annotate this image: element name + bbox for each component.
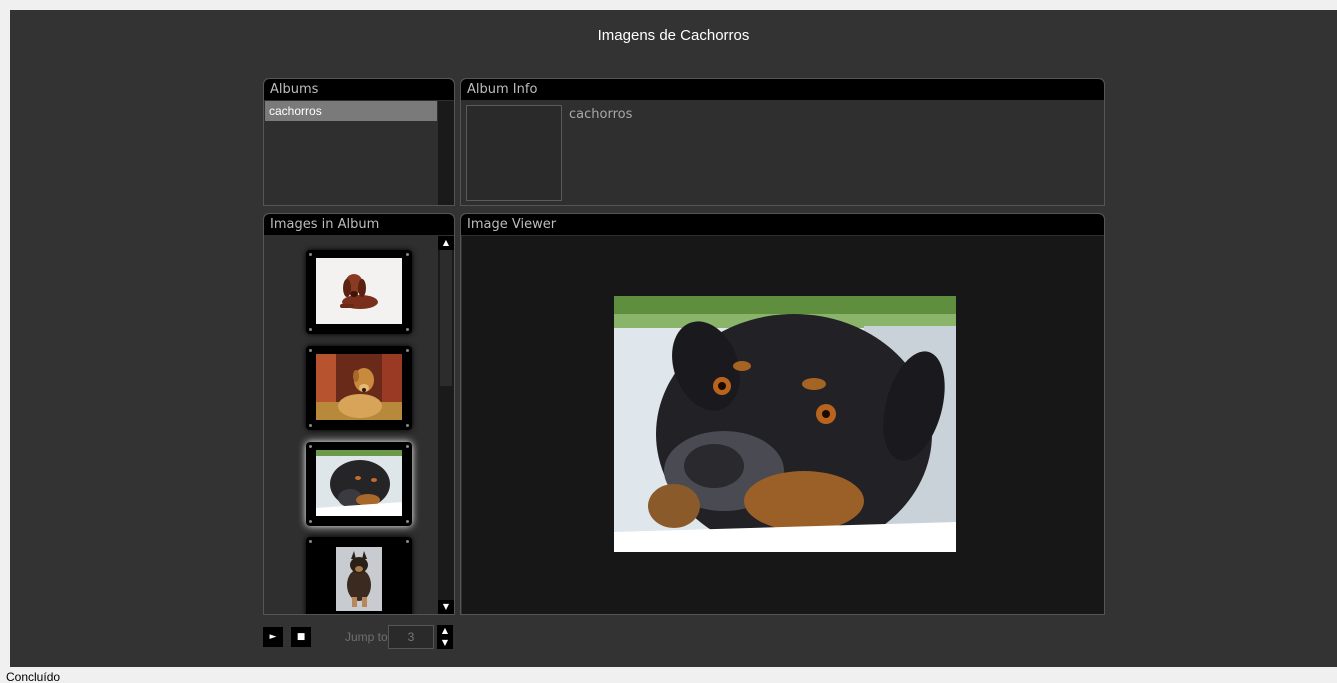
yellow-dog-photo-icon <box>316 354 402 420</box>
app-title: Imagens de Cachorros <box>597 27 750 44</box>
images-scrollbar[interactable]: ▲ ▼ <box>438 236 454 614</box>
rottweiler-photo-icon <box>316 450 402 516</box>
thumbnail-2[interactable] <box>306 346 412 430</box>
app-stage: Imagens de Cachorros Albums cachorros Al… <box>10 10 1337 667</box>
jump-spinner[interactable]: ▲ ▼ <box>437 625 453 649</box>
german-shepherd-puppy-photo-icon <box>316 545 402 611</box>
scroll-up-icon[interactable]: ▲ <box>438 236 454 250</box>
thumbnail-3[interactable] <box>306 442 412 526</box>
images-header: Images in Album <box>264 214 454 235</box>
spin-down-icon[interactable]: ▼ <box>437 637 453 649</box>
stop-button[interactable]: ■ <box>291 627 311 647</box>
rottweiler-photo-large-icon <box>614 296 956 552</box>
albums-scrollbar[interactable] <box>438 101 454 205</box>
image-viewer-panel: Image Viewer <box>460 213 1105 615</box>
thumbnail-1[interactable] <box>306 250 412 334</box>
album-info-header: Album Info <box>461 79 1104 100</box>
jump-to-label: Jump to: <box>345 630 392 644</box>
scrollbar-thumb[interactable] <box>440 250 452 386</box>
albums-header: Albums <box>264 79 454 100</box>
thumbnail-4[interactable] <box>306 537 412 614</box>
images-panel: Images in Album ▲ ▼ <box>263 213 455 615</box>
slideshow-controls: ► ■ Jump to: ▲ ▼ <box>263 625 463 649</box>
jump-to-input[interactable] <box>388 625 434 649</box>
status-bar: Concluído <box>0 668 1337 683</box>
album-info-name: cachorros <box>569 107 633 122</box>
spin-up-icon[interactable]: ▲ <box>437 625 453 637</box>
scroll-down-icon[interactable]: ▼ <box>438 600 454 614</box>
album-info-panel: Album Info cachorros <box>460 78 1105 206</box>
album-item-cachorros[interactable]: cachorros <box>265 101 437 121</box>
play-button[interactable]: ► <box>263 627 283 647</box>
album-cover-thumbnail <box>466 105 562 201</box>
albums-panel: Albums cachorros <box>263 78 455 206</box>
dachshund-photo-icon <box>316 258 402 324</box>
image-viewer-area <box>462 236 1104 614</box>
image-viewer-header: Image Viewer <box>461 214 1104 235</box>
